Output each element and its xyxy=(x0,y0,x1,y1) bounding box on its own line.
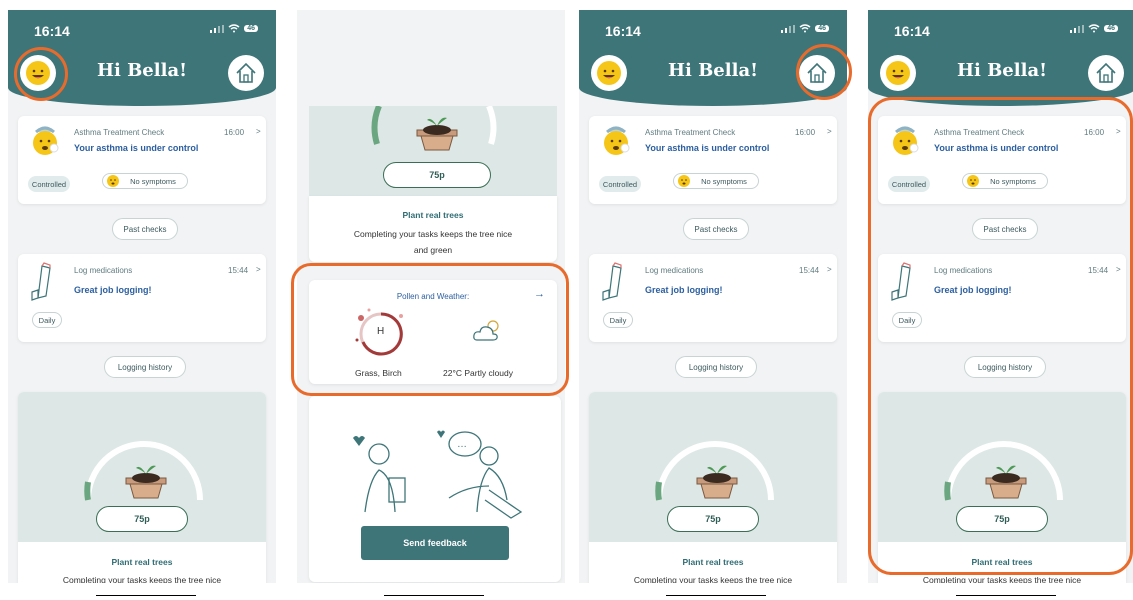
highlight-home xyxy=(796,44,852,100)
card-title: Log medications xyxy=(645,266,704,275)
worried-face-icon xyxy=(33,126,59,155)
past-checks-button[interactable]: Past checks xyxy=(112,218,178,240)
asthma-check-card[interactable]: Asthma Treatment Check 16:00 > Your asth… xyxy=(18,116,266,204)
points-badge: 75p xyxy=(96,506,188,532)
smiley-avatar-icon xyxy=(597,61,621,85)
tag-daily: Daily xyxy=(32,312,62,328)
tree-title: Plant real trees xyxy=(402,210,464,220)
battery-indicator: 46 xyxy=(815,25,829,32)
chevron-right-icon: > xyxy=(256,265,261,274)
inhaler-icon xyxy=(602,262,622,301)
tag-controlled: Controlled xyxy=(599,176,641,192)
send-feedback-button[interactable]: Send feedback xyxy=(361,526,509,560)
tree-illustration: 75p xyxy=(309,104,557,196)
tree-title: Plant real trees xyxy=(111,557,173,567)
status-icons: 46 xyxy=(781,24,829,33)
smiley-avatar-icon xyxy=(886,61,910,85)
inhaler-icon xyxy=(31,262,51,301)
home-button[interactable] xyxy=(228,55,264,91)
home-indicator xyxy=(666,595,766,600)
highlight-main-cards xyxy=(868,97,1133,575)
tree-description-cont: and green xyxy=(413,245,453,255)
tag-controlled: Controlled xyxy=(28,176,70,192)
asthma-check-card[interactable]: Asthma Treatment Check 16:00 > Your asth… xyxy=(589,116,837,204)
past-checks-button[interactable]: Past checks xyxy=(683,218,749,240)
home-icon xyxy=(236,62,256,83)
feedback-illustration: … xyxy=(353,430,523,519)
card-time: 16:00 xyxy=(795,128,816,137)
card-title: Asthma Treatment Check xyxy=(645,128,736,137)
card-time: 15:44 xyxy=(228,266,249,275)
status-time: 16:14 xyxy=(34,23,70,39)
worried-face-icon xyxy=(678,175,690,187)
log-medications-card[interactable]: Log medications 15:44 > Great job loggin… xyxy=(18,254,266,342)
highlight-pollen-card xyxy=(291,263,569,396)
highlight-avatar xyxy=(14,47,68,101)
tree-title: Plant real trees xyxy=(682,557,744,567)
status-icons: 46 xyxy=(210,24,258,33)
log-medications-card[interactable]: Log medications 15:44 > Great job loggin… xyxy=(589,254,837,342)
home-button[interactable] xyxy=(1088,55,1124,91)
logging-history-button[interactable]: Logging history xyxy=(675,356,757,378)
chevron-right-icon: > xyxy=(827,127,832,136)
worried-face-icon xyxy=(107,175,119,187)
status-icons: 46 xyxy=(1070,24,1118,33)
points-badge: 75p xyxy=(383,162,491,188)
avatar-button[interactable] xyxy=(880,55,916,91)
status-time: 16:14 xyxy=(894,23,930,39)
tree-card-footer: Plant real trees Completing your tasks k… xyxy=(309,196,557,262)
worried-face-icon xyxy=(604,126,630,155)
svg-text:…: … xyxy=(457,439,467,450)
home-icon xyxy=(1096,62,1116,83)
home-indicator xyxy=(956,595,1056,600)
tree-description: Completing your tasks keeps the tree nic… xyxy=(353,229,513,239)
tag-daily: Daily xyxy=(603,312,633,328)
tree-card[interactable]: 75p Plant real trees Completing your tas… xyxy=(589,392,837,583)
card-time: 16:00 xyxy=(224,128,245,137)
logging-history-button[interactable]: Logging history xyxy=(104,356,186,378)
card-message: Great job logging! xyxy=(74,285,152,295)
chevron-right-icon: > xyxy=(256,127,261,136)
card-message: Your asthma is under control xyxy=(74,143,199,153)
card-message: Great job logging! xyxy=(645,285,723,295)
avatar-button[interactable] xyxy=(591,55,627,91)
status-time: 16:14 xyxy=(605,23,641,39)
card-message: Your asthma is under control xyxy=(645,143,770,153)
home-indicator xyxy=(384,595,484,600)
chevron-right-icon: > xyxy=(827,265,832,274)
tree-description: Completing your tasks keeps the tree nic… xyxy=(62,575,222,583)
points-badge: 75p xyxy=(667,506,759,532)
card-title: Asthma Treatment Check xyxy=(74,128,165,137)
phone-screen-3: 16:14 46 Hi Bella! Asthma Treatment Chec… xyxy=(579,10,847,583)
feedback-card: … Send feedback xyxy=(309,396,561,582)
battery-indicator: 46 xyxy=(244,25,258,32)
home-indicator xyxy=(96,595,196,600)
battery-indicator: 46 xyxy=(1104,25,1118,32)
card-time: 15:44 xyxy=(799,266,820,275)
tree-card[interactable]: 75p Plant real trees Completing your tas… xyxy=(18,392,266,583)
tree-description: Completing your tasks keeps the tree nic… xyxy=(633,575,793,583)
header: 16:14 46 Hi Bella! xyxy=(868,10,1133,106)
card-title: Log medications xyxy=(74,266,133,275)
